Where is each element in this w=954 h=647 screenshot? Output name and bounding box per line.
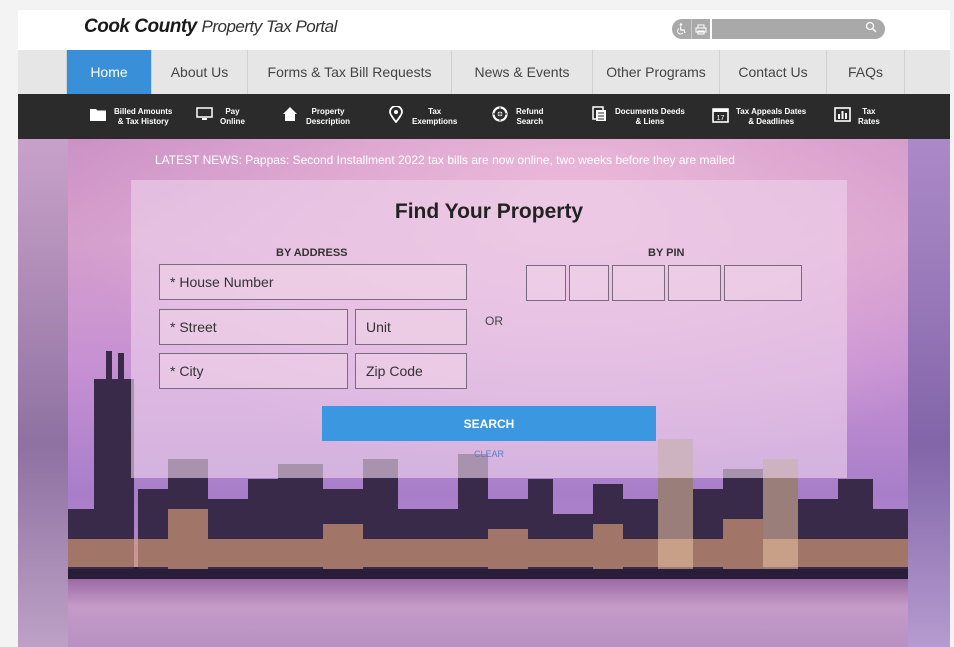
quick-link-line2: Search [516,116,544,126]
quick-link-pay-online[interactable]: Pay Online [194,94,245,139]
quick-link-line1: Refund [516,106,544,116]
nav-forms-tax-bill-requests[interactable]: Forms & Tax Bill Requests [248,50,452,94]
pin-field-2[interactable] [569,265,609,301]
quick-link-line1: Tax [428,106,442,116]
quick-link-line2: Description [306,116,351,126]
quick-link-line2: & Tax History [117,116,169,126]
by-pin-label: BY PIN [648,247,685,259]
quick-link-line2: Rates [858,116,880,126]
quick-link-tax-exemptions[interactable]: Tax Exemptions [386,94,457,139]
logo-bold-text: Cook County [84,16,197,37]
news-prefix: LATEST NEWS: [155,153,242,167]
monitor-icon [194,107,214,126]
logo-light-text: Property Tax Portal [201,17,338,36]
quick-link-billed-amounts[interactable]: Billed Amounts & Tax History [88,94,172,139]
nav-about-us[interactable]: About Us [152,50,248,94]
quick-link-documents-deeds[interactable]: Documents Deeds & Liens [589,94,685,139]
street-field[interactable]: * Street [159,309,348,345]
wheelchair-icon[interactable] [672,19,691,39]
quick-link-line1: Property [311,106,345,116]
magnifier-icon[interactable] [865,21,877,36]
latest-news-ticker[interactable]: LATEST NEWS: Pappas: Second Installment … [155,153,735,167]
site-header: Cook County Property Tax Portal [18,10,950,50]
house-icon [280,106,300,127]
printer-icon[interactable] [691,19,710,39]
quick-link-line2: & Deadlines [748,116,795,126]
nav-spacer [18,50,67,94]
pin-field-3[interactable] [612,265,665,301]
nav-other-programs[interactable]: Other Programs [593,50,720,94]
site-logo[interactable]: Cook County Property Tax Portal [84,16,337,38]
site-search-input[interactable] [712,19,885,39]
or-separator: OR [485,314,503,328]
quick-link-line2: Online [220,116,245,126]
page: Cook County Property Tax Portal Home Abo… [18,10,950,647]
quick-link-line1: Tax [862,106,876,116]
nav-faqs[interactable]: FAQs [827,50,905,94]
quick-link-line1: Documents Deeds [615,106,685,116]
hero-side-left [18,139,68,647]
quick-link-line1: Billed Amounts [114,106,173,116]
unit-field[interactable]: Unit [355,309,467,345]
pin-field-5[interactable] [724,265,802,301]
bar-chart-icon [832,106,852,127]
location-pin-icon [386,104,406,128]
quick-link-tax-appeals[interactable]: 17 Tax Appeals Dates & Deadlines [710,94,806,139]
quick-links-bar: Billed Amounts & Tax History Pay Online Pr… [18,94,950,139]
by-address-label: BY ADDRESS [276,247,348,259]
lifebuoy-icon [490,106,510,127]
zip-code-field[interactable]: Zip Code [355,353,467,389]
city-field[interactable]: * City [159,353,348,389]
quick-link-refund-search[interactable]: Refund Search [490,94,544,139]
documents-icon [589,106,609,127]
quick-link-property-description[interactable]: Property Description [280,94,350,139]
folder-icon [88,107,108,126]
lake-water [68,579,908,647]
main-nav: Home About Us Forms & Tax Bill Requests … [18,50,950,94]
nav-contact-us[interactable]: Contact Us [720,50,827,94]
pin-field-4[interactable] [668,265,721,301]
nav-news-events[interactable]: News & Events [452,50,593,94]
svg-text:17: 17 [716,115,724,122]
search-button[interactable]: SEARCH [322,406,656,441]
clear-link[interactable]: CLEAR [131,449,847,459]
hero-side-right [908,139,950,647]
quick-link-line1: Tax Appeals Dates [736,106,807,116]
quick-link-tax-rates[interactable]: Tax Rates [832,94,880,139]
nav-home[interactable]: Home [67,50,152,94]
hero-banner: LATEST NEWS: Pappas: Second Installment … [18,139,950,647]
find-property-panel: Find Your Property BY ADDRESS BY PIN * H… [131,180,847,478]
quick-link-line2: & Liens [635,116,665,126]
quick-link-line2: Exemptions [412,116,458,126]
pin-field-1[interactable] [526,265,566,301]
news-text: Pappas: Second Installment 2022 tax bill… [245,153,735,167]
calendar-icon: 17 [710,106,730,128]
quick-link-line1: Pay [225,106,240,116]
find-property-title: Find Your Property [394,200,584,223]
utility-bar [672,19,885,39]
house-number-field[interactable]: * House Number [159,264,467,300]
